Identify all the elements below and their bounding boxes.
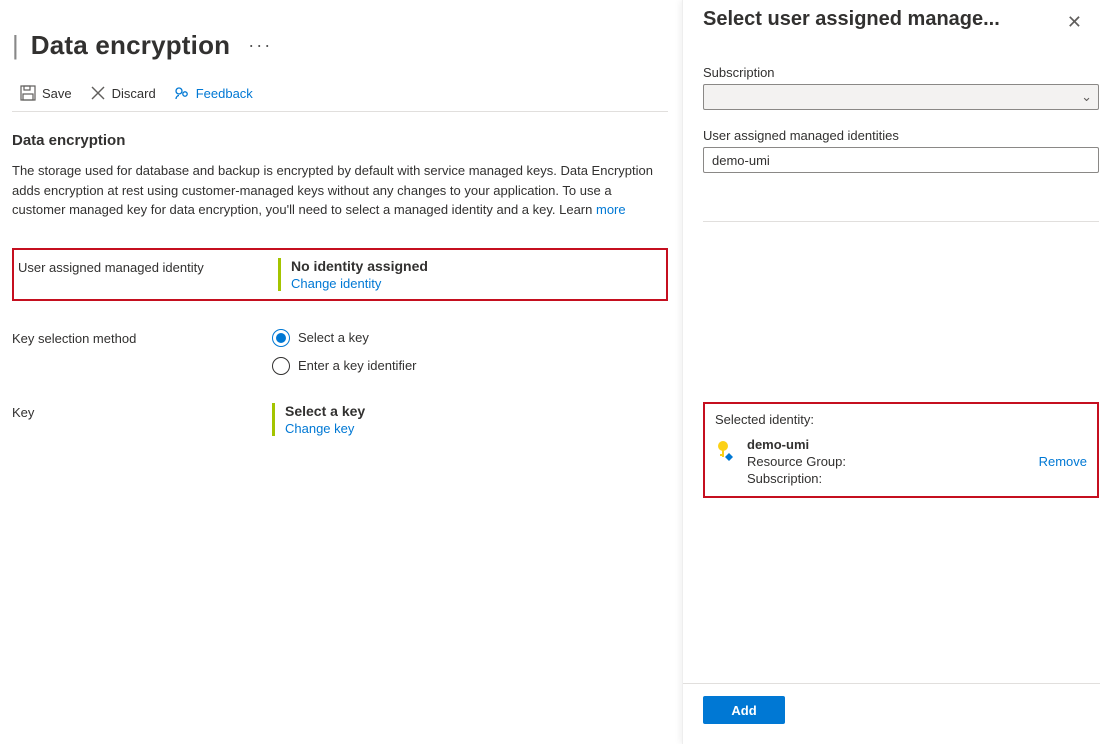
key-method-row: Key selection method Select a key Enter …	[12, 329, 668, 375]
selected-identity-rg: Resource Group:	[747, 454, 1029, 469]
add-button[interactable]: Add	[703, 696, 785, 724]
key-value-block: Select a key Change key	[272, 403, 365, 436]
key-label: Key	[12, 403, 272, 420]
selected-identity-sub: Subscription:	[747, 471, 1029, 486]
blade-title: Select user assigned manage...	[703, 8, 1000, 31]
uami-input[interactable]: demo-umi	[703, 147, 1099, 173]
identity-row-highlight: User assigned managed identity No identi…	[12, 248, 668, 301]
managed-identity-icon	[715, 439, 737, 461]
identity-label: User assigned managed identity	[18, 258, 278, 275]
selected-identity-label: Selected identity:	[715, 412, 1087, 427]
save-icon	[20, 85, 36, 101]
uami-input-value: demo-umi	[712, 153, 770, 168]
key-value: Select a key	[285, 403, 365, 419]
save-button-label: Save	[42, 86, 72, 101]
uami-label: User assigned managed identities	[703, 128, 1100, 143]
command-bar: Save Discard Feedback	[12, 79, 668, 112]
radio-icon	[272, 329, 290, 347]
feedback-icon	[174, 85, 190, 101]
subscription-select[interactable]: ⌄	[703, 84, 1099, 110]
page-title: Data encryption	[31, 30, 231, 61]
radio-label: Enter a key identifier	[298, 358, 417, 373]
radio-select-a-key[interactable]: Select a key	[272, 329, 417, 347]
save-button[interactable]: Save	[20, 85, 72, 101]
change-identity-link[interactable]: Change identity	[291, 276, 428, 291]
identity-row: User assigned managed identity No identi…	[18, 258, 660, 291]
blade-body: Subscription ⌄ User assigned managed ide…	[683, 37, 1100, 683]
discard-icon	[90, 85, 106, 101]
identity-value: No identity assigned	[291, 258, 428, 274]
selected-identity-name: demo-umi	[747, 437, 1029, 452]
discard-button[interactable]: Discard	[90, 85, 156, 101]
selected-identity-box: Selected identity: demo-umi Resource Gro…	[703, 402, 1099, 498]
radio-label: Select a key	[298, 330, 369, 345]
data-encryption-page: | Data encryption ··· Save Discard Feedb…	[0, 0, 680, 744]
more-actions-icon[interactable]: ···	[242, 35, 272, 56]
divider	[703, 221, 1099, 222]
subscription-label: Subscription	[703, 65, 1100, 80]
feedback-button-label: Feedback	[196, 86, 253, 101]
blade-footer: Add	[683, 683, 1100, 744]
selected-identity-item: demo-umi Resource Group: Subscription: R…	[715, 437, 1087, 486]
section-heading: Data encryption	[12, 132, 668, 149]
key-method-radio-group: Select a key Enter a key identifier	[272, 329, 417, 375]
feedback-button[interactable]: Feedback	[174, 85, 253, 101]
title-pipe: |	[12, 30, 19, 61]
discard-button-label: Discard	[112, 86, 156, 101]
section-description: The storage used for database and backup…	[12, 161, 668, 220]
identity-value-block: No identity assigned Change identity	[278, 258, 428, 291]
chevron-down-icon: ⌄	[1081, 89, 1092, 105]
blade-header: Select user assigned manage... ✕	[683, 0, 1100, 37]
remove-identity-link[interactable]: Remove	[1039, 454, 1087, 469]
radio-icon	[272, 357, 290, 375]
learn-more-link[interactable]: more	[596, 202, 626, 217]
key-row: Key Select a key Change key	[12, 403, 668, 436]
select-identity-blade: Select user assigned manage... ✕ Subscri…	[682, 0, 1100, 744]
radio-enter-key-identifier[interactable]: Enter a key identifier	[272, 357, 417, 375]
selected-identity-info: demo-umi Resource Group: Subscription:	[747, 437, 1029, 486]
page-title-row: | Data encryption ···	[12, 12, 668, 79]
key-method-label: Key selection method	[12, 329, 272, 346]
change-key-link[interactable]: Change key	[285, 421, 365, 436]
close-icon[interactable]: ✕	[1067, 8, 1082, 33]
